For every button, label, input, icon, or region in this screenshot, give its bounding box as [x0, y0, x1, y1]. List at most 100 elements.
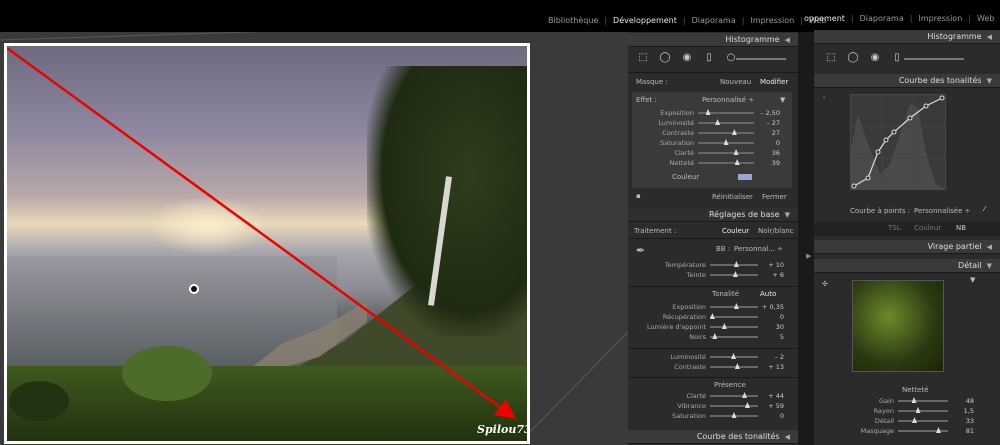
treatment-bw-button[interactable]: Noir/blanc	[758, 227, 794, 235]
slider-value[interactable]: 33	[948, 417, 974, 425]
slider-track[interactable]	[710, 363, 758, 369]
slider-track[interactable]	[710, 412, 758, 418]
tab-nb[interactable]: NB	[956, 224, 966, 232]
slider-value[interactable]: + 10	[758, 261, 784, 269]
crop-tool-icon[interactable]: ⬚	[824, 52, 838, 64]
slider-value[interactable]: 30	[758, 323, 784, 331]
slider-track[interactable]	[710, 271, 758, 277]
mask-new-button[interactable]: Nouveau	[720, 78, 751, 86]
slider-thumb[interactable]	[733, 261, 739, 267]
slider-value[interactable]: 0	[758, 313, 784, 321]
wb-select[interactable]: Personnal... ÷	[734, 245, 783, 253]
slider-track[interactable]	[898, 427, 948, 433]
slider-track[interactable]	[710, 303, 758, 309]
slider-value[interactable]: + 6	[758, 271, 784, 279]
curve-header[interactable]: Courbe des tonalités ▼	[814, 74, 1000, 88]
collapse-triangle-icon[interactable]: ◀	[987, 243, 992, 251]
slider-track[interactable]	[698, 119, 754, 125]
eyedropper-icon[interactable]: ✒	[636, 244, 645, 257]
slider-track[interactable]	[710, 323, 758, 329]
collapse-triangle-icon[interactable]: ◀	[785, 36, 790, 44]
slider-value[interactable]: + 13	[758, 363, 784, 371]
slider-value[interactable]: – 2,50	[754, 109, 780, 117]
slider-value[interactable]: + 59	[758, 402, 784, 410]
slider-value[interactable]: 39	[754, 159, 780, 167]
slider-value[interactable]: + 0,35	[758, 303, 784, 311]
collapse-triangle-icon[interactable]: ▼	[987, 262, 992, 270]
slider-thumb[interactable]	[731, 412, 737, 418]
detail-header[interactable]: Détail ▼	[814, 259, 1000, 273]
detail-expand-icon[interactable]: ▼	[970, 276, 975, 284]
slider-track[interactable]	[698, 159, 754, 165]
split-toning-header[interactable]: Virage partiel ◀	[814, 240, 1000, 254]
slider-value[interactable]: 27	[754, 129, 780, 137]
nav-item[interactable]: Impression	[918, 14, 962, 23]
photo-canvas[interactable]: Spilou73	[0, 32, 628, 445]
slider-value[interactable]: 36	[754, 149, 780, 157]
mask-edit-button[interactable]: Modifier	[760, 78, 788, 86]
slider-value[interactable]: 1,5	[948, 407, 974, 415]
nav-item[interactable]: Développement	[613, 16, 677, 25]
slider-thumb[interactable]	[712, 333, 718, 339]
slider-thumb[interactable]	[733, 303, 739, 309]
slider-thumb[interactable]	[915, 407, 921, 413]
spot-removal-icon[interactable]: ◯	[658, 52, 672, 64]
slider-thumb[interactable]	[744, 402, 750, 408]
effect-preset-select[interactable]: Personnalisé ÷	[702, 96, 754, 104]
brush-slider-track[interactable]	[904, 58, 964, 60]
trash-icon[interactable]: ▪	[636, 192, 641, 200]
nav-item[interactable]: Impression	[750, 16, 794, 25]
slider-value[interactable]: 81	[948, 427, 974, 435]
redeye-icon[interactable]: ◉	[868, 52, 882, 64]
graduated-filter-arrow[interactable]	[7, 46, 527, 441]
slider-thumb[interactable]	[936, 427, 941, 433]
photo-image[interactable]: Spilou73	[4, 43, 530, 444]
slider-value[interactable]: 0	[754, 139, 780, 147]
spot-removal-icon[interactable]: ◯	[846, 52, 860, 64]
slider-track[interactable]	[710, 333, 758, 339]
slider-track[interactable]	[710, 392, 758, 398]
tab-tsl[interactable]: TSL	[888, 224, 901, 232]
panel-toggle-icon[interactable]: ▶	[806, 252, 811, 260]
slider-track[interactable]	[698, 129, 754, 135]
slider-thumb[interactable]	[709, 313, 715, 319]
curve-points-select[interactable]: Personnalisée ÷	[914, 207, 971, 215]
slider-value[interactable]: + 44	[758, 392, 784, 400]
slider-thumb[interactable]	[721, 323, 727, 329]
histogram-header[interactable]: Histogramme ◀	[628, 33, 798, 47]
slider-thumb[interactable]	[734, 363, 740, 369]
nav-item[interactable]: Diaporama	[692, 16, 736, 25]
effect-collapse-icon[interactable]: ▼	[780, 96, 785, 104]
redeye-icon[interactable]: ◉	[680, 52, 694, 64]
treatment-color-button[interactable]: Couleur	[722, 227, 749, 235]
detail-target-icon[interactable]: ✣	[822, 280, 828, 288]
slider-track[interactable]	[698, 109, 754, 115]
target-adjust-icon[interactable]: ◦	[822, 94, 826, 102]
tone-auto-button[interactable]: Auto	[760, 290, 776, 298]
slider-track[interactable]	[710, 353, 758, 359]
nav-item[interactable]: Web	[977, 14, 994, 23]
graduated-filter-icon[interactable]: ▯	[890, 52, 904, 64]
basic-header[interactable]: Réglages de base ▼	[628, 208, 798, 222]
slider-value[interactable]: 48	[948, 397, 974, 405]
slider-thumb[interactable]	[734, 159, 740, 165]
slider-track[interactable]	[698, 139, 754, 145]
slider-track[interactable]	[898, 407, 948, 413]
detail-preview[interactable]	[852, 280, 944, 372]
expand-triangle-icon[interactable]: ▼	[785, 211, 790, 219]
slider-track[interactable]	[898, 397, 948, 403]
slider-track[interactable]	[698, 149, 754, 155]
collapse-triangle-icon[interactable]: ▼	[987, 77, 992, 85]
close-button[interactable]: Fermer	[762, 193, 787, 201]
slider-value[interactable]: – 27	[754, 119, 780, 127]
slider-thumb[interactable]	[715, 119, 721, 125]
slider-value[interactable]: 5	[758, 333, 784, 341]
nav-item[interactable]: Diaporama	[860, 14, 904, 23]
nav-item[interactable]: Bibliothèque	[548, 16, 598, 25]
slider-thumb[interactable]	[723, 139, 729, 145]
slider-thumb[interactable]	[733, 149, 739, 155]
slider-thumb[interactable]	[705, 109, 711, 115]
collapse-triangle-icon[interactable]: ◀	[987, 33, 992, 41]
slider-thumb[interactable]	[742, 392, 748, 398]
tab-couleur[interactable]: Couleur	[914, 224, 941, 232]
